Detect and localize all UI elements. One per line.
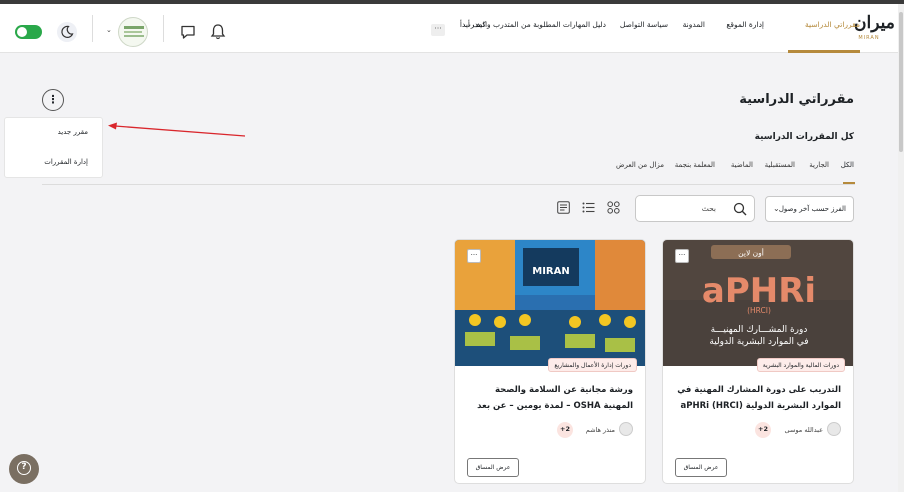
edit-mode-toggle[interactable]: [15, 25, 42, 39]
tab-in-progress[interactable]: الجارية: [809, 161, 829, 169]
more-teachers-badge[interactable]: +2: [557, 422, 573, 438]
tab-future[interactable]: المستقبلية: [765, 161, 795, 169]
course-title[interactable]: التدريب على دورة المشارك المهنية في المو…: [671, 382, 841, 414]
search-placeholder: بحث: [701, 204, 716, 213]
card-view-icon[interactable]: [607, 201, 620, 214]
tab-past[interactable]: الماضية: [731, 161, 753, 169]
nav-my-courses[interactable]: مقرراتي الدراسية: [805, 20, 860, 29]
tab-starred[interactable]: المعلمة بنجمة: [675, 161, 715, 169]
logo-word: MIRAN: [858, 35, 880, 41]
course-image-title: aPHRi: [702, 271, 816, 311]
navbar-divider: [92, 15, 93, 42]
view-course-button[interactable]: عرض المساق: [675, 458, 727, 477]
course-image-banner: أون لاين: [738, 248, 764, 258]
list-view-icon[interactable]: [582, 201, 595, 214]
teacher-name[interactable]: عبدالله موسى: [785, 426, 823, 434]
nav-getting-started[interactable]: كيف أبدأ: [460, 20, 486, 29]
site-logo[interactable]: ميران MIRAN: [854, 12, 895, 48]
user-menu-chevron-down-icon[interactable]: ⌄: [106, 26, 112, 34]
course-image[interactable]: MIRAN: [455, 240, 646, 366]
nav-active-underline: [788, 50, 860, 53]
sort-label: الفرز حسب آخر وصول: [778, 205, 846, 213]
view-course-button[interactable]: عرض المساق: [467, 458, 519, 477]
more-teachers-badge[interactable]: +2: [755, 422, 771, 438]
course-title[interactable]: ورشة مجانية عن السلامة والصحة المهنية OS…: [463, 382, 633, 414]
search-icon: [733, 202, 747, 216]
messages-icon[interactable]: [179, 23, 197, 41]
nav-contact-policy[interactable]: سياسة التواصل: [620, 20, 668, 29]
course-image[interactable]: أون لاين aPHRi (HRCI) دورة المشـــارك ال…: [663, 240, 854, 366]
toggle-knob: [17, 27, 27, 37]
user-avatar[interactable]: [118, 17, 148, 47]
tab-hidden[interactable]: مزال من العرض: [616, 161, 664, 169]
search-input[interactable]: بحث: [635, 195, 755, 222]
teacher-avatar: [827, 422, 841, 436]
course-image-subtitle: (HRCI): [747, 306, 771, 315]
teacher-name[interactable]: منذر هاشم: [586, 426, 615, 434]
course-category-badge: دورات المالية والموارد البشرية: [756, 358, 845, 372]
navbar-divider: [163, 15, 164, 42]
course-image-line1: دورة المشـــارك المهنيـــة: [711, 325, 808, 335]
course-card-menu-button[interactable]: ···: [467, 249, 481, 263]
course-image-line2: في الموارد البشرية الدولية: [709, 337, 808, 347]
tabs-divider: [42, 184, 855, 185]
help-button[interactable]: ?: [9, 454, 39, 484]
sort-dropdown[interactable]: الفرز حسب آخر وصول ⌄: [765, 196, 854, 222]
page-actions-menu: مقرر جديد إدارة المقررات: [4, 117, 103, 178]
question-icon: ?: [17, 461, 31, 475]
page-actions-kebab-button[interactable]: ⋮: [42, 89, 64, 111]
page-title: مقرراتي الدراسية: [739, 92, 854, 107]
nav-more-button[interactable]: ···: [431, 24, 445, 36]
chevron-down-icon: ⌄: [773, 204, 780, 213]
notifications-bell-icon[interactable]: [209, 23, 227, 41]
tab-all[interactable]: الكل: [841, 161, 854, 169]
scrollbar-thumb[interactable]: [899, 12, 903, 152]
summary-view-icon[interactable]: [557, 201, 570, 214]
teacher-avatar: [619, 422, 633, 436]
dark-mode-moon-icon[interactable]: [57, 22, 77, 42]
nav-site-admin[interactable]: إدارة الموقع: [726, 20, 764, 29]
course-teacher: عبدالله موسى +2: [663, 422, 841, 438]
course-category-badge: دورات إدارة الأعمال والمشاريع: [548, 358, 637, 372]
course-teacher: منذر هاشم +2: [455, 422, 633, 438]
course-card-menu-button[interactable]: ···: [675, 249, 689, 263]
annotation-arrow: [108, 122, 246, 137]
nav-blog[interactable]: المدونة: [683, 20, 705, 29]
course-image-logo-text: MIRAN: [532, 266, 569, 277]
course-card[interactable]: أون لاين aPHRi (HRCI) دورة المشـــارك ال…: [662, 239, 854, 484]
scrollbar[interactable]: [898, 4, 904, 492]
course-card[interactable]: MIRAN ··· دورات إدارة الأعمال والمشاريع …: [454, 239, 646, 484]
courses-section-title: كل المقررات الدراسية: [754, 132, 854, 142]
menu-item-new-course[interactable]: مقرر جديد: [58, 128, 88, 136]
navbar: ميران MIRAN مقرراتي الدراسية إدارة الموق…: [0, 4, 898, 53]
menu-item-manage-courses[interactable]: إدارة المقررات: [44, 158, 88, 166]
